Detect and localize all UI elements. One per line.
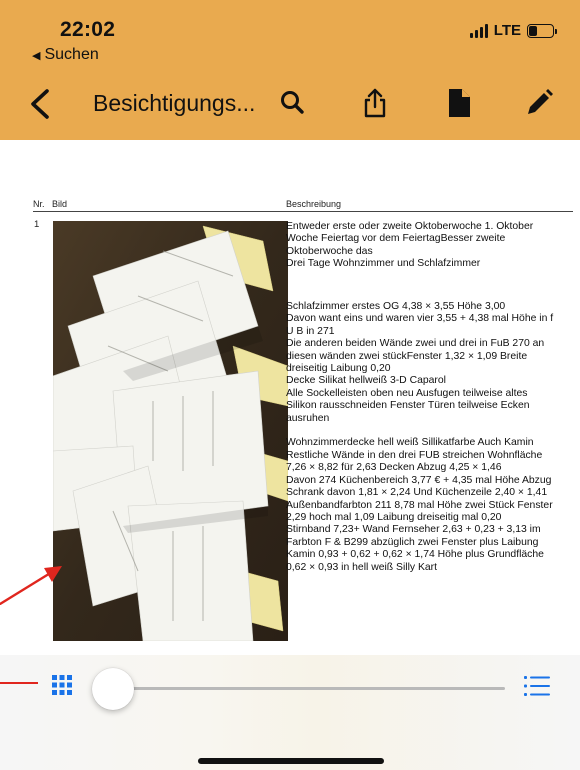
battery-icon bbox=[527, 23, 557, 38]
status-time: 22:02 bbox=[60, 18, 116, 41]
row-number: 1 bbox=[34, 219, 40, 230]
description-line: Wohnzimmerdecke hell weiß Sillikatfarbe … bbox=[286, 437, 534, 449]
back-triangle-icon: ◀ bbox=[32, 49, 41, 62]
description-line: Woche Feiertag vor dem FeiertagBesser zw… bbox=[286, 233, 506, 245]
description-line: Silikon rausschneiden Fenster Türen teil… bbox=[286, 400, 530, 412]
description-line: Entweder erste oder zweite Oktoberwoche … bbox=[286, 221, 534, 232]
description-line: ausruhen bbox=[286, 412, 330, 424]
description-line: Decke Silikat hellweiß 3-D Caparol bbox=[286, 375, 446, 387]
red-arrow-icon bbox=[0, 560, 70, 606]
description-line: Oktoberwoche das bbox=[286, 245, 373, 257]
description-line: Die anderen beiden Wände zwei und drei i… bbox=[286, 338, 545, 350]
red-annotation-line bbox=[0, 682, 38, 684]
description-line: Stirnband 7,23+ Wand Fernseher 2,63 + 0,… bbox=[286, 524, 541, 536]
column-header-beschreibung: Beschreibung bbox=[286, 199, 342, 209]
back-app-label: Suchen bbox=[44, 46, 99, 63]
share-icon[interactable] bbox=[358, 86, 392, 120]
search-icon[interactable] bbox=[276, 86, 310, 120]
description-line: 2,29 hoch mal 1,09 Laibung dreiseitig ma… bbox=[286, 511, 502, 523]
column-header-bild: Bild bbox=[52, 199, 68, 209]
status-indicators: LTE bbox=[469, 22, 557, 39]
battery-level bbox=[529, 25, 537, 36]
description-line: diesen wänden zwei stückFenster 1,32 × 1… bbox=[286, 350, 528, 362]
signal-icon bbox=[469, 23, 488, 38]
network-label: LTE bbox=[493, 22, 521, 39]
header: 22:02 ◀ Suchen LTE Besichtigungs... bbox=[0, 0, 580, 140]
description-line: Schrank davon 1,81 × 2,24 Und Küchenzeil… bbox=[286, 487, 548, 499]
outline-list-icon[interactable] bbox=[524, 675, 550, 697]
description-line: Restliche Wände in den drei FUB streiche… bbox=[286, 449, 543, 461]
description-line: U B in 271 bbox=[286, 325, 335, 337]
page-slider-track[interactable] bbox=[105, 687, 505, 690]
description-line: Davon want eins und waren vier 3,55 + 4,… bbox=[286, 313, 554, 325]
app-screen: 22:02 ◀ Suchen LTE Besichtigungs... Nr. … bbox=[0, 0, 580, 770]
description-line: Alle Sockelleisten oben neu Ausfugen tei… bbox=[286, 387, 528, 399]
description-line: Drei Tage Wohnzimmer und Schlafzimmer bbox=[286, 258, 481, 270]
navigation-bar: Besichtigungs... bbox=[0, 76, 580, 132]
document-page: Nr. Bild Beschreibung 1 Entweder erste o… bbox=[18, 140, 580, 660]
description-line: dreiseitig Laibung 0,20 bbox=[286, 363, 391, 375]
description-line: Außenbandfarbton 211 8,78 mal Höhe zwei … bbox=[286, 499, 553, 511]
description-line: 0,62 × 0,93 in hell weiß Silly Kart bbox=[286, 561, 438, 573]
description-line: 7,26 × 8,82 für 2,63 Decken Abzug 4,25 ×… bbox=[286, 462, 502, 474]
page-navigation-toolbar bbox=[0, 655, 580, 770]
header-divider bbox=[33, 211, 573, 212]
description-text: Entweder erste oder zweite Oktoberwoche … bbox=[286, 221, 576, 574]
description-line: Davon 274 Küchenbereich 3,77 € + 4,35 ma… bbox=[286, 474, 552, 486]
document-icon[interactable] bbox=[442, 86, 476, 120]
edit-pencil-icon[interactable] bbox=[522, 86, 556, 120]
back-to-app-link[interactable]: ◀ Suchen bbox=[32, 46, 99, 64]
page-title: Besichtigungs... bbox=[93, 90, 256, 116]
description-line: Kamin 0,93 + 0,62 + 0,62 × 1,74 Höhe plu… bbox=[286, 549, 544, 561]
back-chevron-icon[interactable] bbox=[26, 88, 56, 120]
home-indicator bbox=[198, 758, 384, 764]
column-header-nr: Nr. bbox=[33, 199, 45, 209]
thumbnail-grid-icon[interactable] bbox=[52, 675, 72, 695]
page-slider-thumb[interactable] bbox=[92, 668, 134, 710]
photo-paint-color-cards bbox=[53, 221, 288, 641]
description-line: Schlafzimmer erstes OG 4,38 × 3,55 Höhe … bbox=[286, 301, 506, 313]
description-line: Farbton F & B299 abzüglich zwei Fenster … bbox=[286, 536, 539, 548]
